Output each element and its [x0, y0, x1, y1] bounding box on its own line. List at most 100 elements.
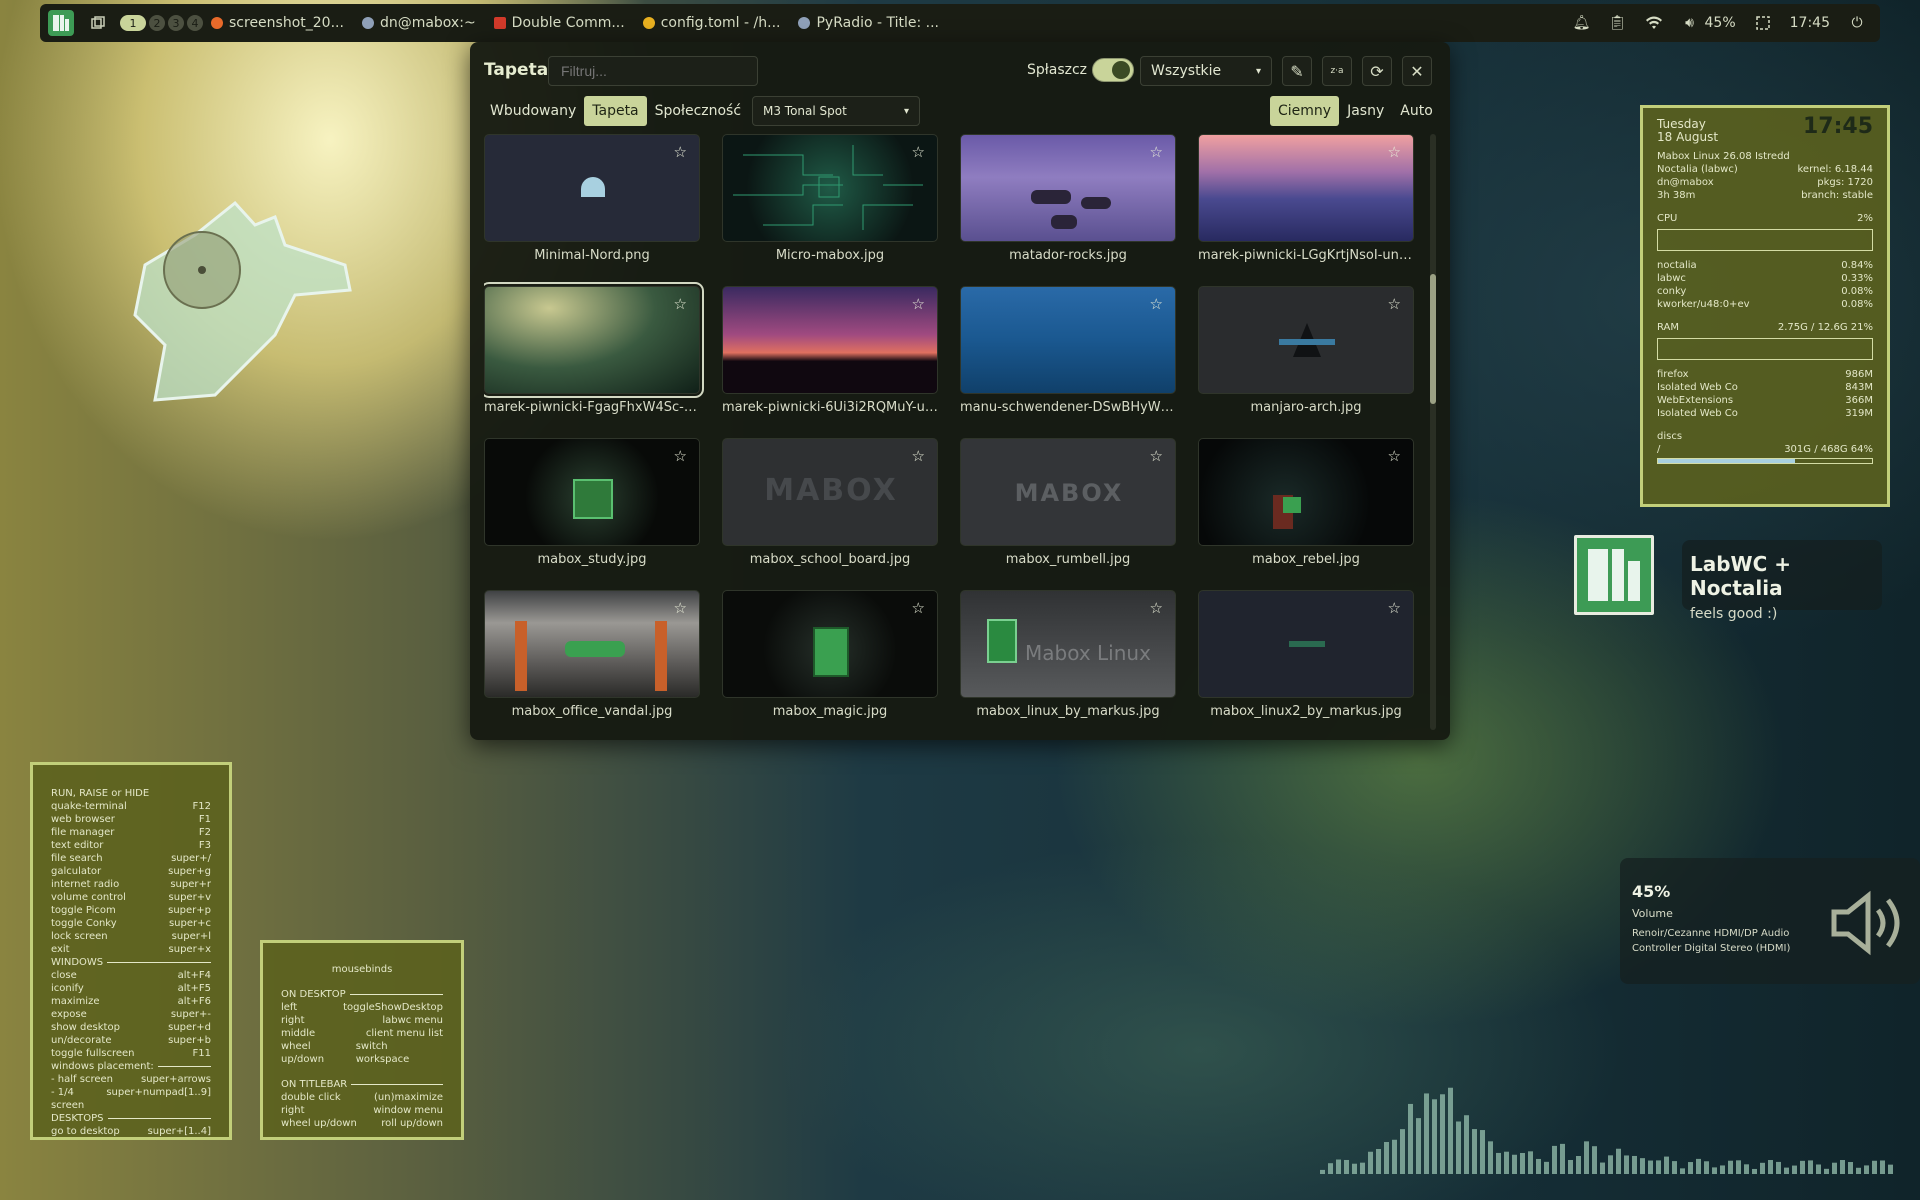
wallpaper-card[interactable]: ☆ mabox_office_vandal.jpg: [484, 590, 700, 719]
wallpaper-card[interactable]: ☆ mabox_linux2_by_markus.jpg: [1198, 590, 1414, 719]
favorite-star-icon[interactable]: ☆: [912, 447, 925, 465]
wallpaper-card[interactable]: ☆ Minimal-Nord.png: [484, 134, 700, 263]
source-select[interactable]: Wszystkie ▾: [1140, 56, 1272, 86]
mousebind-row: right window menu: [281, 1105, 443, 1116]
window-overview-icon[interactable]: [86, 11, 110, 35]
screen-region-icon[interactable]: [1754, 14, 1772, 32]
power-icon[interactable]: ⏻: [1848, 14, 1866, 32]
mabox-menu-button[interactable]: [48, 10, 74, 36]
favorite-star-icon[interactable]: ☆: [1388, 295, 1401, 313]
disc-usage-bar: [1657, 458, 1873, 464]
favorite-star-icon[interactable]: ☆: [674, 599, 687, 617]
wallpaper-card[interactable]: MABOX ☆ mabox_school_board.jpg: [722, 438, 938, 567]
favorite-star-icon[interactable]: ☆: [1388, 599, 1401, 617]
wallpaper-card[interactable]: ☆ marek-piwnicki-6Ui3i2RQMuY-uns...: [722, 286, 938, 415]
keybind-row: toggle Picom super+p: [51, 905, 211, 916]
tab-builtin[interactable]: Wbudowany: [482, 96, 584, 126]
conky-row: dn@mabox pkgs: 1720: [1657, 177, 1873, 188]
scrollbar-thumb[interactable]: [1430, 274, 1436, 404]
conky-date: 18 August: [1657, 130, 1719, 144]
task-label: config.toml - /h...: [660, 15, 781, 31]
wifi-icon[interactable]: [1645, 14, 1663, 32]
wallpaper-card[interactable]: ☆ Micro-mabox.jpg: [722, 134, 938, 263]
wallpaper-card[interactable]: ☆ mabox_rebel.jpg: [1198, 438, 1414, 567]
refresh-button[interactable]: ⟳: [1362, 56, 1392, 86]
flatten-toggle[interactable]: [1092, 58, 1134, 82]
brand-title: LabWC + Noctalia: [1690, 552, 1792, 600]
wallpaper-card[interactable]: MABOX ☆ mabox_rumbell.jpg: [960, 438, 1176, 567]
favorite-star-icon[interactable]: ☆: [674, 447, 687, 465]
favorite-star-icon[interactable]: ☆: [1388, 447, 1401, 465]
mode-auto[interactable]: Auto: [1392, 96, 1441, 126]
notifications-icon[interactable]: 🔔︎: [1573, 14, 1591, 32]
keybind-row: toggle fullscreen F11: [51, 1048, 211, 1059]
favorite-star-icon[interactable]: ☆: [674, 295, 687, 313]
visualizer-bar: [1320, 1169, 1325, 1174]
visualizer-bar: [1624, 1155, 1629, 1174]
wallpaper-card[interactable]: ☆ manu-schwendener-DSwBHyWKiV...: [960, 286, 1176, 415]
workspace-4[interactable]: 4: [187, 15, 203, 31]
wallpaper-card[interactable]: ☆ mabox_magic.jpg: [722, 590, 938, 719]
wallpaper-name: mabox_rebel.jpg: [1252, 552, 1360, 567]
wallpaper-card[interactable]: ☆ manjaro-arch.jpg: [1198, 286, 1414, 415]
favorite-star-icon[interactable]: ☆: [912, 295, 925, 313]
color-scheme-select[interactable]: M3 Tonal Spot ▾: [752, 96, 920, 126]
ram-header: RAM 2.75G / 12.6G 21%: [1657, 322, 1873, 333]
favorite-star-icon[interactable]: ☆: [1150, 447, 1163, 465]
task-label: PyRadio - Title: ...: [816, 15, 940, 31]
filter-input[interactable]: [548, 56, 758, 86]
workspace-3[interactable]: 3: [168, 15, 184, 31]
task-firefox[interactable]: screenshot_20...: [211, 15, 344, 31]
tab-community[interactable]: Społeczność: [647, 96, 749, 126]
favorite-star-icon[interactable]: ☆: [1150, 599, 1163, 617]
mode-dark[interactable]: Ciemny: [1270, 96, 1340, 126]
workspace-2[interactable]: 2: [149, 15, 165, 31]
visualizer-bar: [1840, 1160, 1845, 1174]
tab-wallpaper[interactable]: Tapeta: [584, 96, 647, 126]
visualizer-bar: [1328, 1163, 1333, 1174]
wallpaper-card[interactable]: ☆ matador-rocks.jpg: [960, 134, 1176, 263]
keybinds-note: RUN, RAISE or HIDE quake-terminal F12 web b…: [30, 762, 232, 1140]
task-terminal[interactable]: dn@mabox:~: [361, 15, 476, 31]
favorite-star-icon[interactable]: ☆: [674, 143, 687, 161]
keybind-row: DESKTOPS: [51, 1112, 211, 1125]
chevron-down-icon: ▾: [1255, 65, 1261, 77]
workspace-1[interactable]: 1: [120, 15, 146, 31]
volume-tray[interactable]: 🔊︎ 45%: [1681, 14, 1736, 32]
mode-light[interactable]: Jasny: [1339, 96, 1392, 126]
conky-time: 17:45: [1802, 114, 1873, 139]
edit-button[interactable]: ✎: [1282, 56, 1312, 86]
wallpaper-card[interactable]: ☆ marek-piwnicki-LGgKrtjNsoI-unspl...: [1198, 134, 1414, 263]
visualizer-bar: [1568, 1159, 1573, 1174]
scrollbar[interactable]: [1430, 134, 1436, 730]
visualizer-bar: [1688, 1162, 1693, 1174]
sort-button[interactable]: z·a: [1322, 56, 1352, 86]
wallpaper-name: mabox_linux_by_markus.jpg: [976, 704, 1160, 719]
clock[interactable]: 17:45: [1790, 15, 1830, 31]
favorite-star-icon[interactable]: ☆: [912, 599, 925, 617]
close-button[interactable]: ✕: [1402, 56, 1432, 86]
cpu-graph: [1657, 229, 1873, 251]
keybind-row: maximize alt+F6: [51, 996, 211, 1007]
wallpaper-thumbnail: ☆: [484, 282, 704, 398]
wallpaper-card[interactable]: ☆ marek-piwnicki-FgagFhxW4Sc-uns...: [484, 282, 704, 415]
visualizer-bar: [1832, 1162, 1837, 1174]
visualizer-bar: [1880, 1160, 1885, 1174]
task-pyradio[interactable]: PyRadio - Title: ...: [798, 15, 939, 31]
favorite-star-icon[interactable]: ☆: [912, 143, 925, 161]
visualizer-bar: [1760, 1162, 1765, 1174]
favorite-star-icon[interactable]: ☆: [1150, 295, 1163, 313]
favorite-star-icon[interactable]: ☆: [1388, 143, 1401, 161]
clipboard-icon[interactable]: 📋︎: [1609, 14, 1627, 32]
visualizer-bar: [1520, 1152, 1525, 1174]
wallpaper-card[interactable]: ☆ mabox_study.jpg: [484, 438, 700, 567]
task-editor[interactable]: config.toml - /h...: [642, 15, 781, 31]
task-double-commander[interactable]: Double Comm...: [493, 15, 625, 31]
wallpaper-card[interactable]: Mabox Linux ☆ mabox_linux_by_markus.jpg: [960, 590, 1176, 719]
wallpaper-thumbnail: MABOX ☆: [722, 438, 938, 546]
favorite-star-icon[interactable]: ☆: [1150, 143, 1163, 161]
wallpaper-name: marek-piwnicki-FgagFhxW4Sc-uns...: [484, 400, 700, 415]
visualizer-bar: [1560, 1143, 1565, 1174]
keybind-row: windows placement:: [51, 1060, 211, 1073]
visualizer-bar: [1744, 1164, 1749, 1174]
